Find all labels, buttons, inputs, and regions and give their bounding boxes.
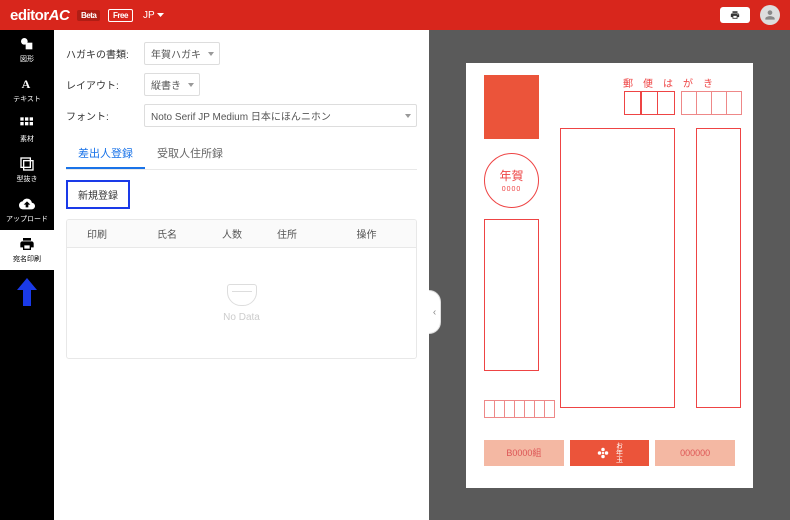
panel-collapse-handle[interactable]: ‹	[429, 290, 441, 334]
sidebar-label: 型抜き	[17, 174, 38, 184]
sidebar-item-upload[interactable]: アップロード	[0, 190, 54, 230]
th-print: 印刷	[67, 220, 127, 247]
cloud-upload-icon	[19, 196, 35, 212]
logo-editor: editor	[10, 7, 49, 24]
svg-text:A: A	[22, 77, 31, 91]
th-name: 氏名	[127, 220, 207, 247]
lang-label: JP	[143, 10, 155, 21]
sidebar-label: 宛名印刷	[13, 254, 41, 264]
tab-recipient[interactable]: 受取人住所録	[145, 139, 235, 169]
app-logo: editorAC Beta Free	[10, 7, 133, 24]
lottery-number: 000000	[655, 440, 735, 466]
nenga-text: 年賀	[499, 167, 523, 184]
postcard-preview: 郵便はがき 年賀 0000 B0000組 お年玉	[466, 63, 753, 488]
stamp-area	[484, 75, 539, 139]
table-header: 印刷 氏名 人数 住所 操作	[67, 220, 416, 248]
sidebar-item-cutout[interactable]: 型抜き	[0, 150, 54, 190]
recipient-zip-boxes	[624, 91, 742, 115]
sender-address-box	[484, 219, 539, 371]
nenga-stamp: 年賀 0000	[484, 153, 539, 208]
chevron-down-icon	[157, 13, 164, 17]
lottery-group: B0000組	[484, 440, 564, 466]
address-table: 印刷 氏名 人数 住所 操作 No Data	[66, 219, 417, 359]
postcard-type-label: ハガキの書類:	[66, 46, 136, 61]
address-tabs: 差出人登録 受取人住所録	[66, 139, 417, 170]
grid-icon	[19, 116, 35, 132]
shapes-icon	[19, 36, 35, 52]
print-icon	[730, 10, 740, 20]
th-address: 住所	[257, 220, 317, 247]
cutout-icon	[19, 156, 35, 172]
layout-dropdown[interactable]: 縦書き	[144, 73, 200, 96]
font-dropdown[interactable]: Noto Serif JP Medium 日本にほんニホン	[144, 104, 417, 127]
nenga-number: 0000	[502, 186, 522, 193]
canvas-area[interactable]: 郵便はがき 年賀 0000 B0000組 お年玉	[429, 30, 790, 520]
recipient-name-box	[560, 128, 675, 408]
text-icon: A	[19, 76, 35, 92]
user-avatar[interactable]	[760, 5, 780, 25]
empty-inbox-icon	[227, 284, 257, 306]
new-register-button[interactable]: 新規登録	[66, 180, 130, 209]
layout-label: レイアウト:	[66, 77, 136, 92]
sidebar-item-elements[interactable]: 素材	[0, 110, 54, 150]
table-body-empty: No Data	[67, 248, 416, 358]
sidebar-item-shapes[interactable]: 図形	[0, 30, 54, 70]
postcard-title: 郵便はがき	[623, 75, 723, 90]
recipient-address-box	[696, 128, 741, 408]
language-selector[interactable]: JP	[143, 10, 164, 21]
sidebar-label: アップロード	[6, 214, 48, 224]
otoshidama-text: お年玉	[614, 442, 624, 463]
printer-icon	[19, 236, 35, 252]
logo-ac: AC	[49, 7, 70, 24]
sender-zip-boxes	[484, 400, 554, 418]
th-count: 人数	[207, 220, 257, 247]
sidebar-label: テキスト	[13, 94, 41, 104]
font-label: フォント:	[66, 108, 136, 123]
sidebar-label: 素材	[20, 134, 34, 144]
th-action: 操作	[317, 220, 416, 247]
app-header: editorAC Beta Free JP	[0, 0, 790, 30]
arrow-up-icon	[17, 278, 37, 306]
free-badge: Free	[108, 9, 133, 22]
tab-sender[interactable]: 差出人登録	[66, 139, 145, 169]
beta-badge: Beta	[77, 10, 100, 21]
left-sidebar: 図形 A テキスト 素材 型抜き アップロード 宛名印刷	[0, 30, 54, 520]
print-button[interactable]	[720, 7, 750, 23]
postcard-type-dropdown[interactable]: 年賀ハガキ	[144, 42, 220, 65]
settings-panel: ハガキの書類: 年賀ハガキ レイアウト: 縦書き フォント: Noto Seri…	[54, 30, 429, 520]
no-data-text: No Data	[223, 312, 260, 323]
sidebar-label: 図形	[20, 54, 34, 64]
sidebar-item-print-address[interactable]: 宛名印刷	[0, 230, 54, 270]
otoshidama-box: お年玉	[570, 440, 650, 466]
sidebar-item-text[interactable]: A テキスト	[0, 70, 54, 110]
lottery-row: B0000組 お年玉 000000	[466, 440, 753, 466]
user-icon	[763, 8, 777, 22]
flower-icon	[596, 446, 610, 460]
